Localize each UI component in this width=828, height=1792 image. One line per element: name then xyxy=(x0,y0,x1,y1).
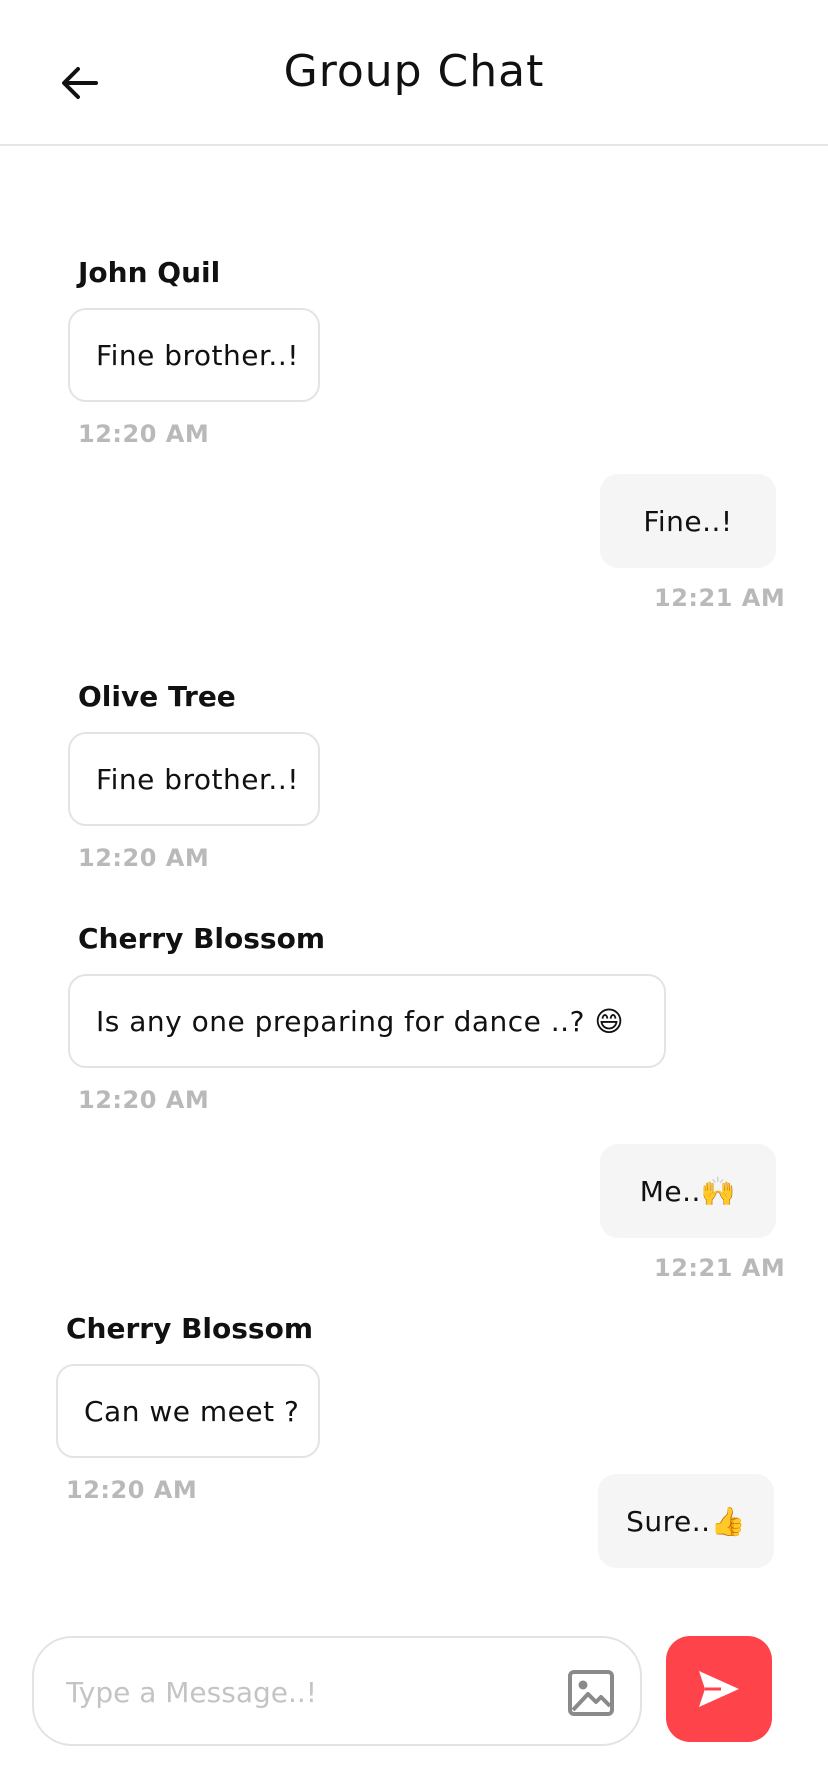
page-title: Group Chat xyxy=(283,46,545,97)
message-time: 12:20 AM xyxy=(78,420,210,448)
message-bubble[interactable]: Can we meet ? xyxy=(56,1364,320,1458)
sender-name: Olive Tree xyxy=(78,680,236,713)
message-bubble[interactable]: Fine brother..! xyxy=(68,308,320,402)
message-time: 12:20 AM xyxy=(78,1086,210,1114)
message-input[interactable] xyxy=(64,1668,528,1716)
message-bubble[interactable]: Is any one preparing for dance ..? 😄 xyxy=(68,974,666,1068)
message-bubble[interactable]: Fine..! xyxy=(600,474,776,568)
message-composer xyxy=(32,1636,642,1746)
message-time: 12:21 AM xyxy=(654,584,786,612)
message-time: 12:20 AM xyxy=(78,844,210,872)
header: Group Chat xyxy=(0,0,828,146)
message-time: 12:21 AM xyxy=(654,1254,786,1282)
message-bubble[interactable]: Me..🙌 xyxy=(600,1144,776,1238)
sender-name: John Quil xyxy=(78,256,221,289)
send-button[interactable] xyxy=(666,1636,772,1742)
attach-image-button[interactable] xyxy=(566,1668,616,1718)
image-icon xyxy=(568,1670,614,1716)
sender-name: Cherry Blossom xyxy=(78,922,326,955)
message-bubble[interactable]: Fine brother..! xyxy=(68,732,320,826)
message-time: 12:20 AM xyxy=(66,1476,198,1504)
message-bubble[interactable]: Sure..👍 xyxy=(598,1474,774,1568)
sender-name: Cherry Blossom xyxy=(66,1312,314,1345)
send-icon xyxy=(699,1671,739,1707)
